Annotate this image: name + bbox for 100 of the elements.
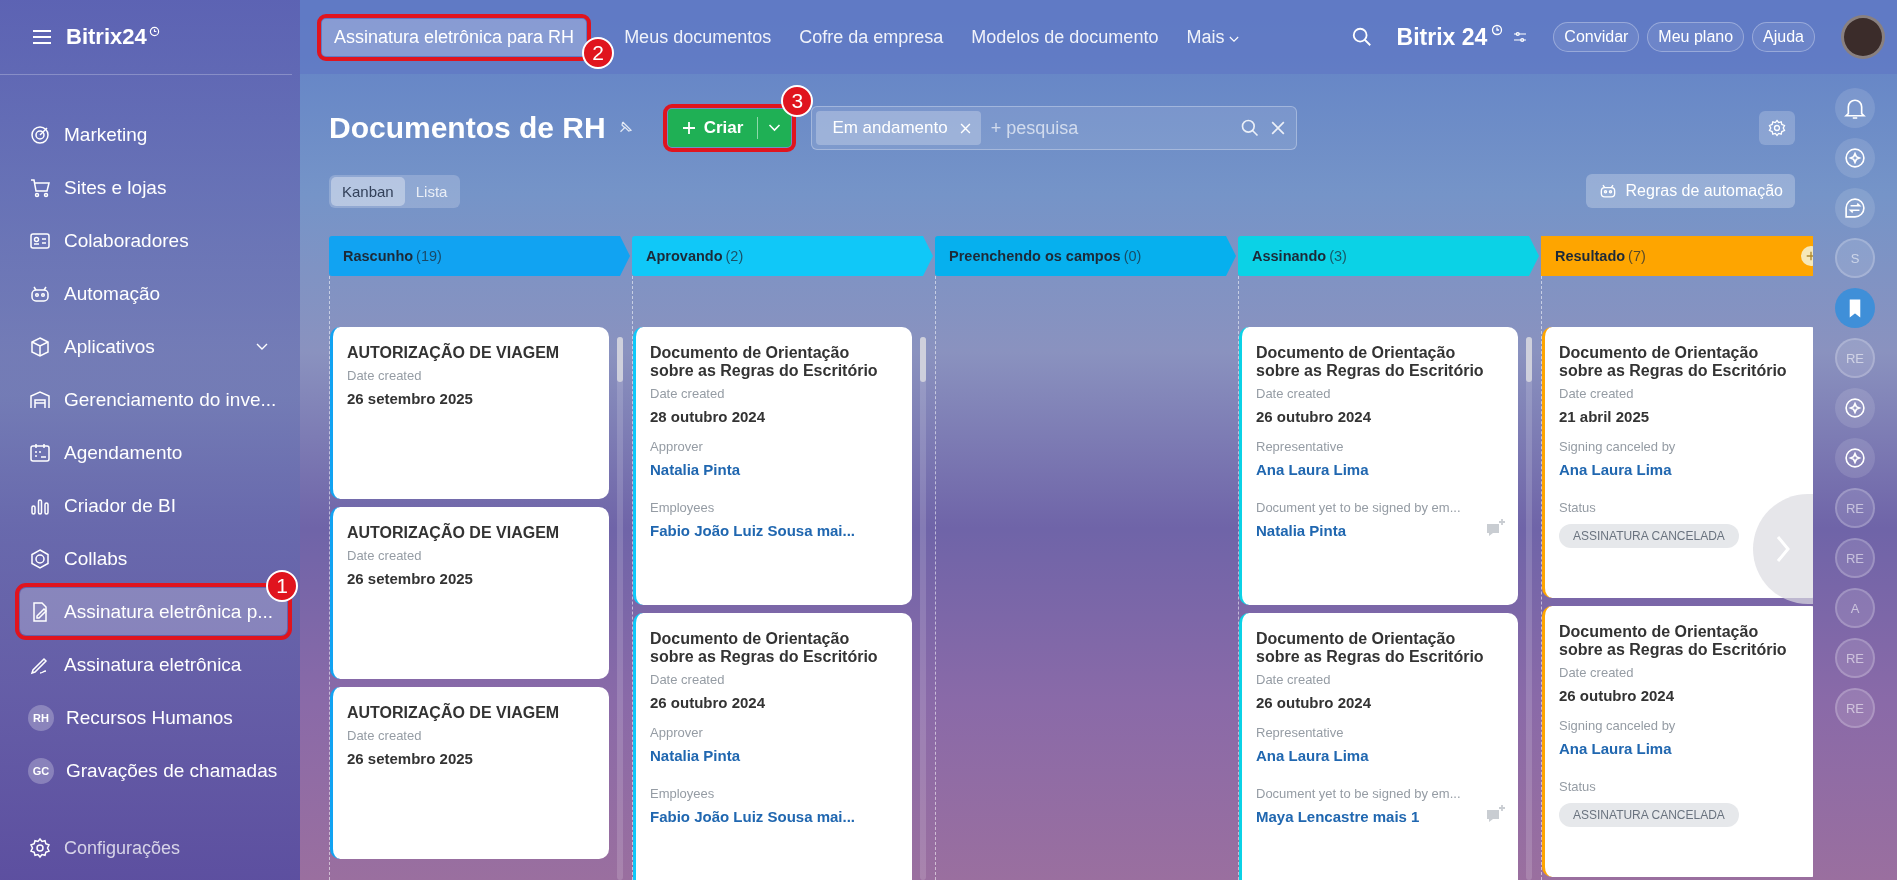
logo[interactable]: Bitrix24 (66, 24, 147, 50)
card-title[interactable]: Documento de Orientação sobre as Regras do Escritório (1256, 630, 1484, 666)
header-button[interactable]: Ajuda (1752, 22, 1815, 52)
kanban-card[interactable]: Documento de Orientação sobre as Regras do Escritório Date created 26 outubro 2024 Representative Ana Laura Lima Document yet to be signed by em... Maya Lencastre mais 1 (1239, 613, 1518, 880)
user-link[interactable]: Fabio João Luiz Sousa mai... (650, 808, 856, 825)
user-link[interactable]: Fabio João Luiz Sousa mai... (650, 522, 856, 539)
card-title[interactable]: Documento de Orientação sobre as Regras do Escritório (1256, 344, 1484, 380)
search-icon[interactable] (1350, 26, 1373, 48)
field-label: Date created (650, 386, 725, 401)
field-label: Signing canceled by (1559, 439, 1676, 454)
column-header: Rascunho (19) (329, 236, 630, 276)
chat-icon[interactable] (1835, 188, 1875, 228)
user-link[interactable]: Natalia Pinta (650, 461, 741, 478)
field-label: Date created (1559, 386, 1634, 401)
bookmark-icon[interactable] (1835, 288, 1875, 328)
card-title[interactable]: AUTORIZAÇÃO DE VIAGEM (347, 344, 575, 362)
kanban-card[interactable]: AUTORIZAÇÃO DE VIAGEM Date created 26 setembro 2025 (330, 327, 609, 499)
menu-item-icon (28, 546, 52, 571)
field-label: Date created (650, 672, 725, 687)
field-label: Approver (650, 725, 703, 740)
chevron-down-icon (1229, 35, 1240, 43)
user-link[interactable]: Maya Lencastre mais 1 (1256, 808, 1420, 825)
sidebar-item[interactable]: Automação (20, 270, 282, 317)
field-label: Date created (1559, 665, 1634, 680)
field-label: Date created (1256, 386, 1331, 401)
field-label: Employees (650, 500, 715, 515)
field-label: Date created (1256, 672, 1331, 687)
user-link[interactable]: Ana Laura Lima (1256, 461, 1369, 478)
field-label: Representative (1256, 439, 1344, 454)
field-label: Date created (347, 368, 422, 383)
kanban-card[interactable]: Documento de Orientação sobre as Regras do Escritório Date created 28 outubro 2024 Approver Natalia Pinta Employees Fabio João Luiz Sousa mai... (633, 327, 912, 605)
logo[interactable]: Bitrix 24 (1396, 23, 1488, 51)
settings-icon (28, 836, 52, 860)
sidebar-item[interactable]: Sites e lojas (20, 164, 282, 211)
field-label: Status (1559, 500, 1596, 515)
kanban-card[interactable]: Documento de Orientação sobre as Regras do Escritório Date created 26 outubro 2024 Signing canceled by Ana Laura Lima Status ASSINATURA CANCELADA (1542, 606, 1813, 877)
field-label: Date created (347, 548, 422, 563)
view-toggle[interactable]: Kanban (331, 176, 405, 206)
nav-tab[interactable]: Cofre da empresa (787, 18, 956, 56)
menu-item-icon (28, 334, 52, 359)
callout-badge: 1 (266, 570, 298, 602)
settings-button[interactable] (1759, 111, 1795, 145)
card-title[interactable]: Documento de Orientação sobre as Regras do Escritório (1559, 623, 1787, 659)
header-button[interactable]: Convidar (1553, 22, 1640, 52)
field-label: Signing canceled by (1559, 718, 1676, 733)
card-title[interactable]: AUTORIZAÇÃO DE VIAGEM (347, 704, 575, 722)
sidebar-item[interactable]: RH Recursos Humanos (20, 694, 282, 741)
sidebar-item[interactable]: Colaboradores (20, 217, 282, 264)
kanban-card[interactable]: Documento de Orientação sobre as Regras do Escritório Date created 26 outubro 2024 Approver Natalia Pinta Employees Fabio João Luiz Sousa mai... (633, 613, 912, 880)
sidebar-item[interactable]: Marketing (20, 111, 282, 158)
field-label: Document yet to be signed by em... (1256, 786, 1461, 801)
field-value: 28 outubro 2024 (650, 408, 767, 425)
field-value: 26 setembro 2025 (347, 750, 474, 767)
column-header: Aprovando (2) (632, 236, 933, 276)
field-label: Approver (650, 439, 703, 454)
field-value: 26 outubro 2024 (1256, 408, 1373, 425)
user-avatar[interactable] (1841, 15, 1885, 59)
plus-icon (681, 121, 696, 135)
kanban-card[interactable]: AUTORIZAÇÃO DE VIAGEM Date created 26 setembro 2025 (330, 687, 609, 859)
field-value: 26 outubro 2024 (650, 694, 767, 711)
user-link[interactable]: Natalia Pinta (1256, 522, 1347, 539)
column-header: Resultado (7) (1541, 236, 1813, 276)
field-label: Document yet to be signed by em... (1256, 500, 1461, 515)
card-title[interactable]: Documento de Orientação sobre as Regras do Escritório (650, 344, 878, 380)
user-link[interactable]: Natalia Pinta (650, 747, 741, 764)
field-value: 21 abril 2025 (1559, 408, 1651, 425)
sidebar-item[interactable]: Agendamento (20, 429, 282, 476)
status-badge: ASSINATURA CANCELADA (1559, 524, 1739, 548)
kanban-card[interactable]: Documento de Orientação sobre as Regras do Escritório Date created 26 outubro 2024 Representative Ana Laura Lima Document yet to be signed by em... Natalia Pinta (1239, 327, 1518, 605)
menu-icon[interactable] (32, 30, 52, 44)
header-button[interactable]: Meu plano (1647, 22, 1745, 52)
more-tab[interactable]: Mais (1174, 18, 1252, 56)
user-link[interactable]: Ana Laura Lima (1559, 461, 1672, 478)
close-icon[interactable] (959, 122, 971, 134)
card-title[interactable]: Documento de Orientação sobre as Regras do Escritório (650, 630, 878, 666)
nav-tab[interactable]: Meus documentos (612, 18, 784, 56)
nav-tab[interactable]: Modelos de documento (959, 18, 1171, 56)
callout-badge: 2 (582, 36, 615, 69)
user-link[interactable]: Ana Laura Lima (1256, 747, 1369, 764)
card-title[interactable]: AUTORIZAÇÃO DE VIAGEM (347, 524, 575, 542)
sidebar-item[interactable]: Criador de BI (20, 482, 282, 529)
sidebar-item[interactable]: Gerenciamento do inve... (20, 376, 291, 423)
sidebar-item[interactable]: Aplicativos (20, 323, 282, 370)
card-title[interactable]: Documento de Orientação sobre as Regras do Escritório (1559, 344, 1787, 380)
sidebar-item[interactable]: GC Gravações de chamadas (20, 747, 292, 794)
chevron-down-icon[interactable] (768, 124, 782, 132)
kanban-card[interactable]: Documento de Orientação sobre as Regras do Escritório Date created 21 abril 2025 Signing canceled by Ana Laura Lima Status ASSINATURA CANCELADA (1542, 327, 1813, 598)
field-label: Employees (650, 786, 715, 801)
page-title: Documentos de RH (329, 111, 606, 145)
settings-item[interactable]: Configurações (28, 836, 300, 860)
bell-icon[interactable] (1835, 88, 1875, 128)
search-icon[interactable] (1240, 118, 1261, 138)
field-label: Representative (1256, 725, 1344, 740)
user-link[interactable]: Ana Laura Lima (1559, 740, 1672, 757)
kanban-card[interactable]: AUTORIZAÇÃO DE VIAGEM Date created 26 setembro 2025 (330, 507, 609, 679)
column-header: Assinando (3) (1238, 236, 1539, 276)
sidebar-item[interactable]: Assinatura eletrônica (20, 641, 282, 688)
status-badge: ASSINATURA CANCELADA (1559, 803, 1739, 827)
field-label: Date created (347, 728, 422, 743)
field-value: 26 outubro 2024 (1559, 687, 1676, 704)
